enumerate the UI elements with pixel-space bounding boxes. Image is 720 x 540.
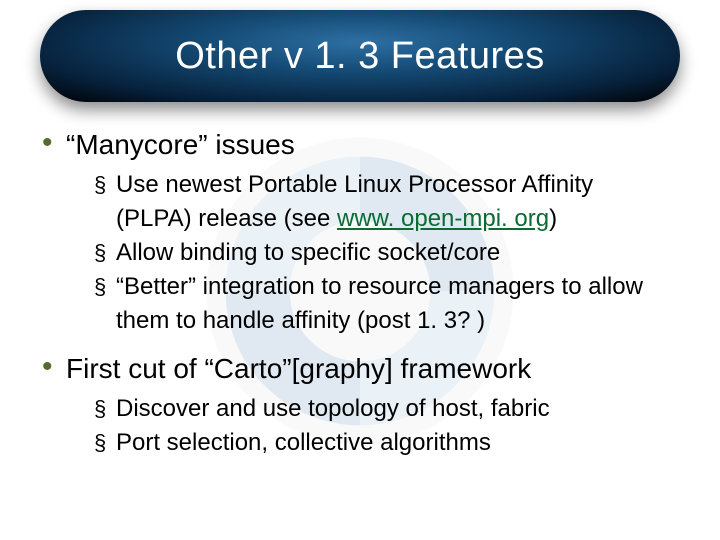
sub-item: Discover and use topology of host, fabri… [94, 392, 660, 426]
bullet-item: First cut of “Carto”[graphy] framework D… [40, 352, 680, 460]
bullet-list: “Manycore” issues Use newest Portable Li… [40, 128, 680, 460]
sub-text: Discover and use topology of host, fabri… [116, 395, 550, 422]
bullet-label: First cut of “Carto”[graphy] framework [66, 352, 680, 386]
sub-text-post: ) [549, 205, 557, 232]
slide-title: Other v 1. 3 Features [175, 35, 545, 78]
sub-list: Discover and use topology of host, fabri… [66, 392, 680, 460]
sub-text: “Better” integration to resource manager… [116, 273, 643, 334]
sub-list: Use newest Portable Linux Processor Affi… [66, 168, 680, 338]
sub-item: “Better” integration to resource manager… [94, 270, 660, 338]
sub-item: Use newest Portable Linux Processor Affi… [94, 168, 660, 236]
sub-item: Allow binding to specific socket/core [94, 236, 660, 270]
link-open-mpi[interactable]: www. open-mpi. org [337, 205, 549, 232]
bullet-item: “Manycore” issues Use newest Portable Li… [40, 128, 680, 338]
sub-text: Port selection, collective algorithms [116, 429, 491, 456]
sub-item: Port selection, collective algorithms [94, 426, 660, 460]
sub-text: Allow binding to specific socket/core [116, 239, 500, 266]
slide-title-bar: Other v 1. 3 Features [40, 10, 680, 102]
bullet-label: “Manycore” issues [66, 128, 680, 162]
